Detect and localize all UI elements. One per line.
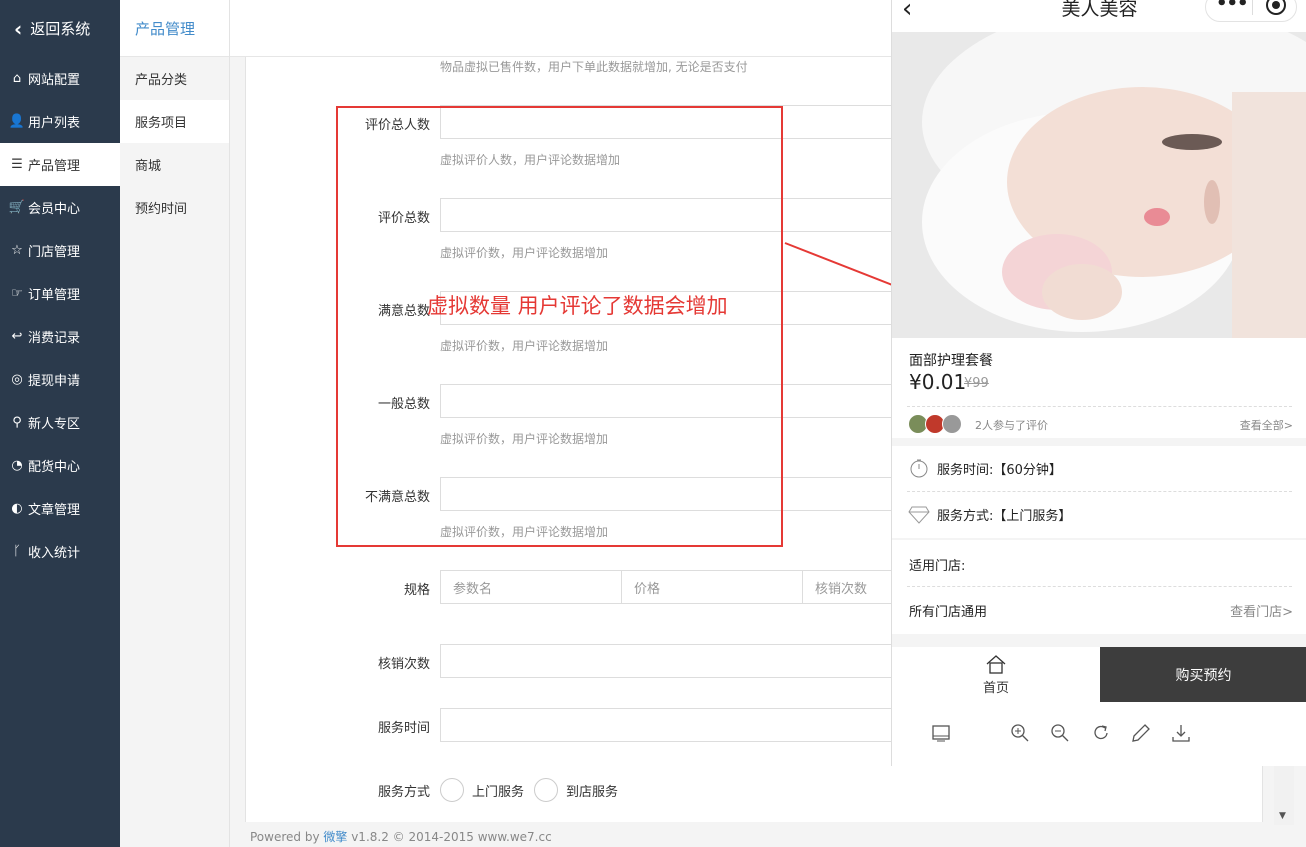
avatar [942, 414, 962, 434]
footer: Powered by 微擎 v1.8.2 © 2014-2015 www.we7… [250, 828, 552, 845]
zoom-out-icon[interactable] [1049, 722, 1071, 744]
product-name: 面部护理套餐 [909, 353, 993, 369]
zoom-in-icon[interactable] [1009, 722, 1031, 744]
footer-version: v1.8.2 © 2014-2015 www.we7.cc [347, 830, 552, 844]
stopwatch-icon [907, 458, 931, 478]
product-hero-image [892, 32, 1306, 338]
footer-prefix: Powered by [250, 830, 324, 844]
stores-all-text: 所有门店通用 [909, 605, 988, 620]
home-icon [986, 655, 1006, 674]
hero-photo [892, 32, 1306, 338]
miniapp-capsule[interactable]: ••• [1205, 0, 1297, 22]
more-icon[interactable]: ••• [1216, 0, 1249, 14]
pencil-icon[interactable] [1130, 722, 1152, 744]
product-info: 面部护理套餐 ¥0.01 ¥99 2人参与了评价 查看全部> [892, 338, 1306, 438]
radio-label-store: 到店服务 [566, 785, 619, 800]
review-count-text: 2人参与了评价 [975, 419, 1048, 432]
scroll-down-icon[interactable]: ▼ [1279, 811, 1286, 821]
service-info: 服务时间:【60分钟】 服务方式:【上门服务】 [892, 446, 1306, 538]
phone-header: ‹ 美人美容 ••• [892, 0, 1306, 32]
verify-count-input[interactable] [440, 644, 900, 678]
app-root: ‹ 返回系统 ⌂ 网站配置 👤 用户列表 ☰ 产品管理 🛒 会员中心 ☆ 门店管… [0, 0, 1306, 847]
service-mode-text: 服务方式:【上门服务】 [937, 508, 1072, 524]
radio-label-home: 上门服务 [472, 785, 525, 800]
download-icon[interactable] [1170, 722, 1192, 744]
radio-home-service[interactable] [440, 778, 464, 802]
preview-toolbar [892, 702, 1306, 766]
home-tab[interactable]: 首页 [892, 647, 1100, 702]
divider [907, 406, 1292, 407]
spec-name-input[interactable]: 参数名 [440, 570, 622, 604]
verify-count-label: 核销次数 [377, 657, 430, 672]
home-label: 首页 [982, 681, 1009, 696]
rotate-icon[interactable] [1090, 722, 1112, 744]
product-old-price: ¥99 [964, 376, 989, 391]
view-stores-link[interactable]: 查看门店> [1230, 601, 1293, 620]
buy-booking-button[interactable]: 购买预约 [1100, 647, 1306, 702]
phone-preview: ‹ 美人美容 ••• 面部护理套餐 ¥0.01 ¥99 2人参与了评价 查看全部… [891, 0, 1306, 766]
stores-section: 适用门店: 所有门店通用 查看门店> [892, 540, 1306, 634]
service-mode-label: 服务方式 [377, 785, 430, 800]
service-time-text: 服务时间:【60分钟】 [937, 462, 1062, 478]
close-target-icon[interactable] [1266, 0, 1286, 15]
radio-store-service[interactable] [534, 778, 558, 802]
spec-verify-input[interactable]: 核销次数 [802, 570, 902, 604]
phone-bottom-bar: 首页 购买预约 [892, 647, 1306, 702]
divider [907, 491, 1292, 492]
product-price: ¥0.01 [909, 370, 967, 394]
service-time-label: 服务时间 [377, 721, 430, 736]
service-time-row: 服务时间:【60分钟】 [907, 458, 1062, 478]
footer-brand-link[interactable]: 微擎 [323, 830, 347, 844]
screen-icon[interactable] [930, 722, 952, 744]
service-mode-row: 服务方式:【上门服务】 [907, 504, 1071, 524]
spec-price-input[interactable]: 价格 [621, 570, 803, 604]
stores-title: 适用门店: [909, 559, 966, 574]
spec-label: 规格 [403, 583, 430, 598]
diamond-icon [907, 504, 931, 524]
service-time-input[interactable] [440, 708, 900, 742]
capsule-divider [1252, 0, 1253, 15]
scrollbar[interactable]: ▼ [1274, 765, 1294, 825]
divider [907, 586, 1292, 587]
view-all-reviews-link[interactable]: 查看全部> [1240, 417, 1293, 433]
